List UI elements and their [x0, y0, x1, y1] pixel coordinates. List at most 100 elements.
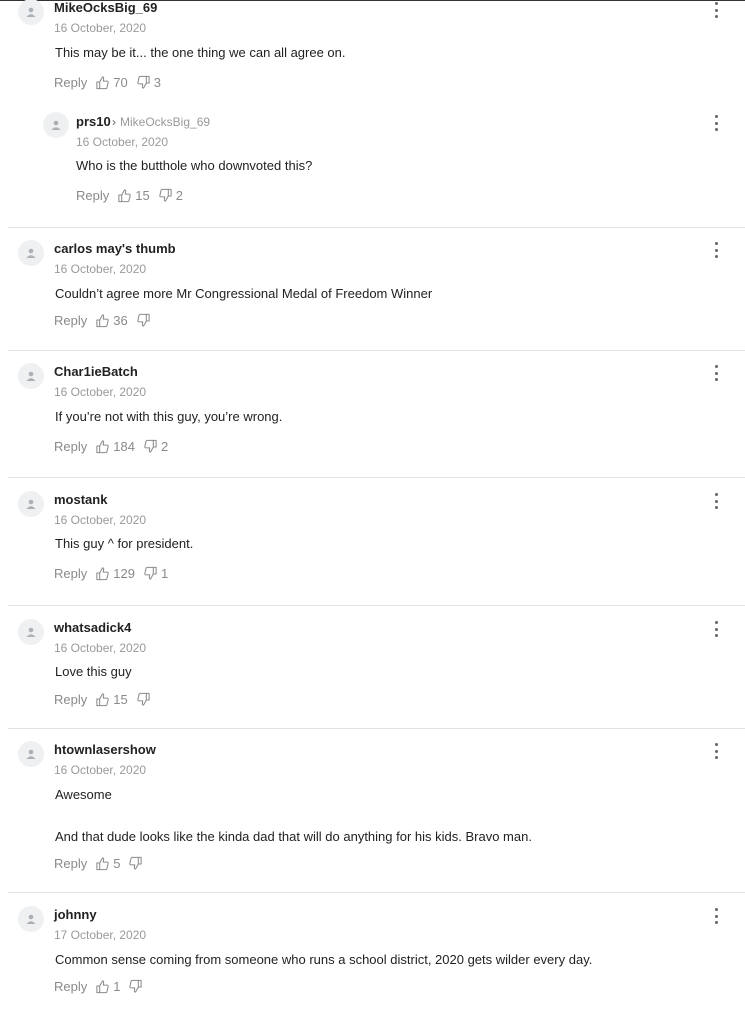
- comment-author[interactable]: prs10: [76, 114, 111, 129]
- reply-button[interactable]: Reply: [54, 439, 87, 454]
- comment-date: 16 October, 2020: [54, 763, 147, 777]
- comment-actions: Reply 1: [54, 979, 154, 994]
- avatar[interactable]: [18, 906, 44, 932]
- reply-button[interactable]: Reply: [54, 856, 87, 871]
- more-options-icon[interactable]: [711, 742, 721, 760]
- like-count: 36: [113, 313, 128, 328]
- like-button[interactable]: [95, 439, 110, 454]
- comment-author[interactable]: Char1ieBatch: [54, 364, 138, 379]
- thumbs-up-icon: [118, 189, 131, 203]
- like-count: 15: [135, 188, 150, 203]
- thumbs-down-icon: [129, 856, 143, 870]
- reply-to-author[interactable]: MikeOcksBig_69: [120, 115, 210, 129]
- avatar[interactable]: [18, 619, 44, 645]
- user-icon: [26, 914, 36, 924]
- thumbs-down-icon: [159, 188, 172, 202]
- comment-text: Who is the butthole who downvoted this?: [76, 158, 313, 173]
- like-button[interactable]: [95, 856, 110, 871]
- user-icon: [26, 499, 36, 509]
- like-count: 15: [113, 692, 128, 707]
- comment-date: 16 October, 2020: [76, 135, 169, 149]
- divider: [8, 892, 745, 893]
- dislike-button[interactable]: [143, 566, 158, 581]
- more-options-icon[interactable]: [711, 907, 721, 925]
- avatar[interactable]: [18, 741, 44, 767]
- more-options-icon[interactable]: [711, 492, 721, 510]
- thumbs-down-icon: [137, 692, 150, 706]
- comment-date: 17 October, 2020: [54, 928, 147, 942]
- like-button[interactable]: [95, 692, 110, 707]
- avatar[interactable]: [18, 491, 44, 517]
- thumbs-up-icon: [96, 567, 109, 581]
- more-options-icon[interactable]: [711, 114, 721, 132]
- comment-author[interactable]: johnny: [54, 907, 97, 922]
- more-options-icon[interactable]: [711, 620, 721, 638]
- like-button[interactable]: [117, 188, 132, 203]
- dislike-button[interactable]: [136, 75, 151, 90]
- comment-text: Couldn’t agree more Mr Congressional Med…: [55, 286, 433, 301]
- avatar[interactable]: [18, 0, 44, 25]
- comment-date: 16 October, 2020: [54, 385, 147, 399]
- avatar[interactable]: [18, 240, 44, 266]
- dislike-button[interactable]: [136, 692, 151, 707]
- comment-author[interactable]: mostank: [54, 492, 107, 507]
- avatar[interactable]: [18, 363, 44, 389]
- comment-text: Love this guy: [55, 664, 132, 679]
- like-button[interactable]: [95, 313, 110, 328]
- dislike-button[interactable]: [143, 439, 158, 454]
- dislike-button[interactable]: [128, 979, 143, 994]
- comment-author[interactable]: htownlasershow: [54, 742, 156, 757]
- thumbs-up-icon: [96, 440, 109, 454]
- user-icon: [51, 120, 61, 130]
- divider: [8, 605, 745, 606]
- chevron-right-icon: ›: [112, 115, 116, 129]
- thumbs-up-icon: [96, 980, 109, 994]
- thumbs-down-icon: [137, 313, 150, 327]
- comment-author[interactable]: carlos may's thumb: [54, 241, 176, 256]
- divider: [8, 350, 745, 351]
- reply-button[interactable]: Reply: [54, 979, 87, 994]
- comment-text: This may be it... the one thing we can a…: [55, 45, 346, 60]
- comment-date: 16 October, 2020: [54, 262, 147, 276]
- dislike-count: 1: [160, 566, 169, 581]
- reply-button[interactable]: Reply: [54, 692, 87, 707]
- like-button[interactable]: [95, 566, 110, 581]
- more-options-icon[interactable]: [711, 1, 721, 19]
- reply-button[interactable]: Reply: [54, 566, 87, 581]
- reply-button[interactable]: Reply: [76, 188, 109, 203]
- comment-actions: Reply 5: [54, 856, 154, 871]
- avatar[interactable]: [43, 112, 69, 138]
- dislike-button[interactable]: [136, 313, 151, 328]
- comment-text: Awesome: [55, 787, 112, 802]
- divider: [8, 728, 745, 729]
- like-button[interactable]: [95, 75, 110, 90]
- thumbs-up-icon: [96, 857, 109, 871]
- comment-text: Common sense coming from someone who run…: [55, 952, 593, 967]
- dislike-count: 3: [153, 75, 161, 90]
- dislike-count: 2: [160, 439, 169, 454]
- like-count: 129: [113, 566, 135, 581]
- like-count: 5: [113, 856, 121, 871]
- reply-button[interactable]: Reply: [54, 313, 87, 328]
- comment-actions: Reply 70 3: [54, 75, 169, 90]
- reply-button[interactable]: Reply: [54, 75, 87, 90]
- comment-text: This guy ^ for president.: [55, 536, 194, 551]
- like-count: 1: [113, 979, 121, 994]
- comment-actions: Reply 184 2: [54, 439, 176, 454]
- thumbs-down-icon: [144, 439, 157, 453]
- reply-to: › MikeOcksBig_69: [112, 115, 210, 129]
- user-icon: [26, 248, 36, 258]
- dislike-button[interactable]: [128, 856, 143, 871]
- more-options-icon[interactable]: [711, 364, 721, 382]
- like-count: 184: [113, 439, 135, 454]
- more-options-icon[interactable]: [711, 241, 721, 259]
- divider: [8, 227, 745, 228]
- thumbs-down-icon: [144, 566, 157, 580]
- comment-text: And that dude looks like the kinda dad t…: [55, 829, 532, 844]
- like-button[interactable]: [95, 979, 110, 994]
- user-icon: [26, 749, 36, 759]
- thumbs-down-icon: [137, 75, 150, 89]
- dislike-button[interactable]: [158, 188, 173, 203]
- comment-author[interactable]: whatsadick4: [54, 620, 131, 635]
- comment-author[interactable]: MikeOcksBig_69: [54, 0, 157, 15]
